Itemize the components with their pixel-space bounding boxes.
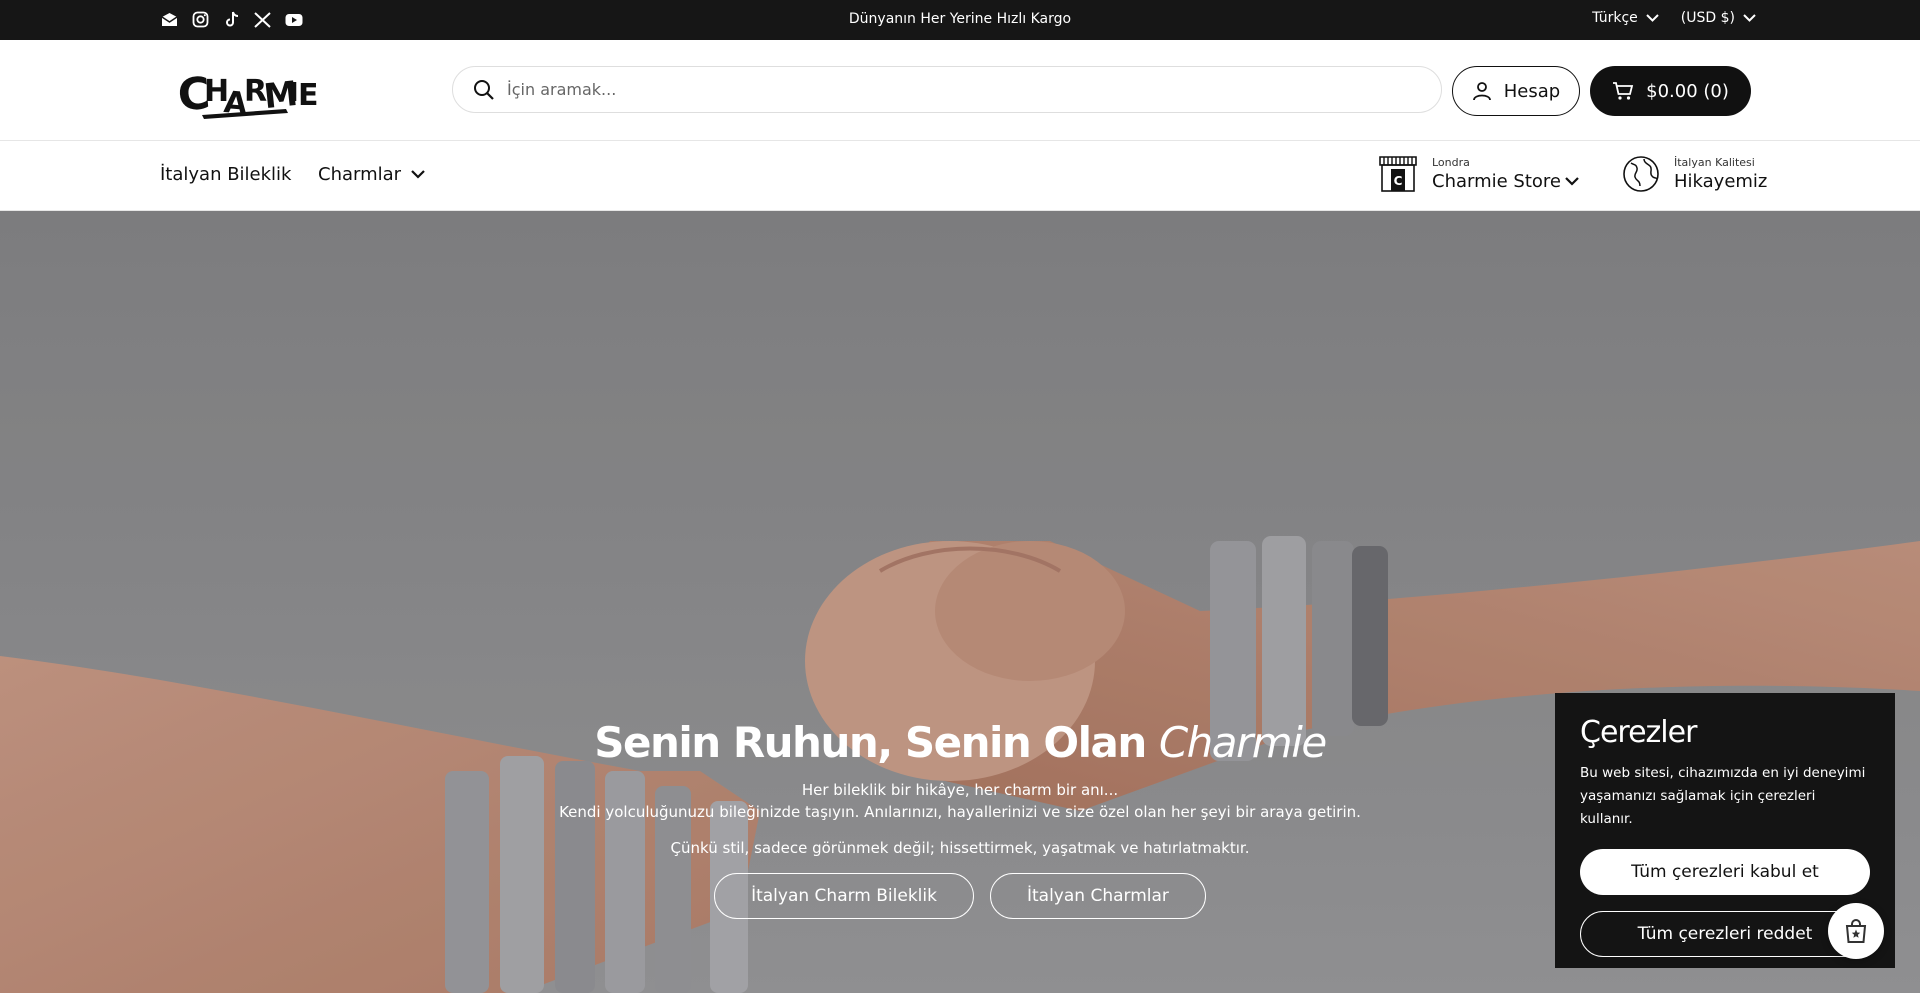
search-input[interactable] [507, 80, 1407, 99]
account-button[interactable]: Hesap [1452, 66, 1580, 116]
svg-text:E: E [298, 78, 318, 113]
main-nav: İtalyan Bileklik Charmlar C Londra Charm… [0, 142, 1920, 211]
account-label: Hesap [1503, 80, 1561, 102]
store-link[interactable]: C Londra Charmie Store [1378, 155, 1579, 193]
chevron-down-icon [1646, 14, 1659, 22]
x-icon[interactable] [253, 10, 272, 29]
announcement-bar: Dünyanın Her Yerine Hızlı Kargo Türkçe (… [0, 0, 1920, 40]
email-icon[interactable] [160, 10, 179, 29]
store-city: Londra [1432, 156, 1470, 169]
nav-item-italyan-bileklik[interactable]: İtalyan Bileklik [160, 164, 291, 185]
language-label: Türkçe [1592, 10, 1638, 26]
story-link[interactable]: İtalyan Kalitesi Hikayemiz [1622, 155, 1767, 193]
cart-button[interactable]: $0.00 (0) [1590, 66, 1751, 116]
story-label: Hikayemiz [1674, 171, 1768, 192]
currency-label: (USD $) [1680, 10, 1735, 26]
chevron-down-icon [1743, 14, 1756, 22]
nav-item-label: İtalyan Bileklik [160, 164, 292, 185]
nav-item-charmlar[interactable]: Charmlar [318, 164, 425, 185]
instagram-icon[interactable] [191, 10, 210, 29]
hero-title-brand: Charmie [1158, 718, 1327, 767]
language-selector[interactable]: Türkçe [1592, 10, 1659, 26]
store-label: Charmie Store [1432, 171, 1561, 192]
site-header: C H A R M I E Hesap $0.00 (0) [0, 40, 1920, 141]
svg-text:C: C [1394, 174, 1403, 188]
italian-charms-button[interactable]: İtalyan Charmlar [989, 873, 1206, 919]
chevron-down-icon [1565, 177, 1579, 186]
charmie-logo[interactable]: C H A R M I E [176, 57, 318, 122]
youtube-icon[interactable] [284, 10, 303, 29]
search-icon [474, 79, 494, 100]
locale-selectors: Türkçe (USD $) [1592, 10, 1756, 26]
search-bar[interactable] [452, 66, 1442, 113]
hero-title-main: Senin Ruhun, Senin Olan [594, 718, 1159, 767]
story-subtitle: İtalyan Kalitesi [1674, 156, 1755, 169]
reject-cookies-button[interactable]: Tüm çerezleri reddet [1580, 911, 1870, 957]
shop-chat-button[interactable] [1828, 903, 1884, 959]
nav-item-label: Charmlar [318, 164, 402, 185]
italian-charm-bracelet-button[interactable]: İtalyan Charm Bileklik [714, 873, 974, 919]
cart-label: $0.00 (0) [1646, 80, 1729, 102]
chevron-down-icon [411, 170, 425, 179]
storefront-icon: C [1379, 156, 1417, 192]
tiktok-icon[interactable] [222, 10, 241, 29]
shopping-bag-icon [1845, 919, 1867, 943]
social-links [160, 10, 303, 29]
accept-cookies-button[interactable]: Tüm çerezleri kabul et [1580, 849, 1870, 895]
globe-icon [1623, 156, 1659, 192]
currency-selector[interactable]: (USD $) [1681, 10, 1756, 26]
cookie-text: Bu web sitesi, cihazımızda en iyi deneyi… [1580, 765, 1866, 827]
cookie-title: Çerezler [1580, 715, 1697, 750]
cart-icon [1613, 82, 1634, 100]
user-icon [1472, 82, 1491, 101]
